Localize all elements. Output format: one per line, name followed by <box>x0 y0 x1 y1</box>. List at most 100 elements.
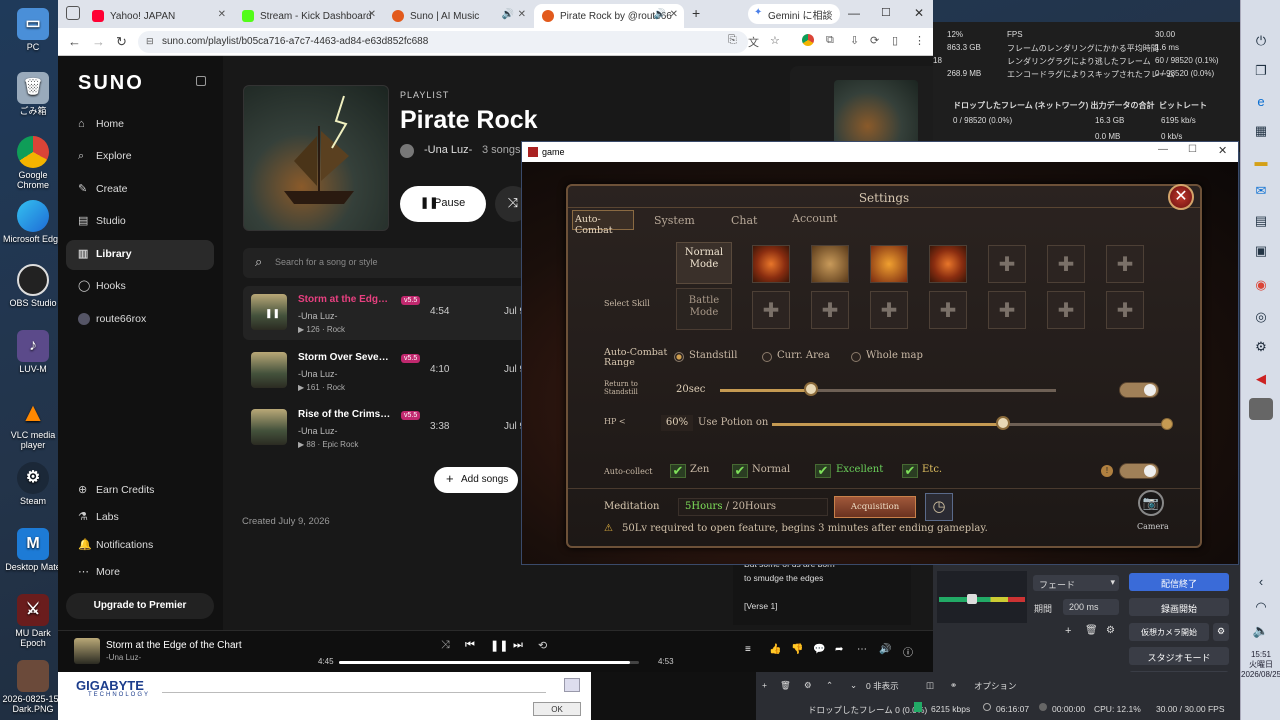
pause-button[interactable]: ❚❚ Pause <box>400 186 486 222</box>
taskbar-app3-icon[interactable]: ◀ <box>1249 368 1273 390</box>
radio-whole-map[interactable] <box>851 352 861 362</box>
dislike-icon[interactable]: 👎 <box>791 644 803 655</box>
checkbox-etc[interactable]: ✔ <box>902 464 918 478</box>
chevron-down-icon[interactable]: ⌄ <box>850 680 857 691</box>
forward-arrow-icon[interactable]: → <box>92 34 105 49</box>
potion-slider-knob[interactable] <box>996 416 1011 430</box>
start-recording-button[interactable]: 録画開始 <box>1129 598 1229 616</box>
tab-system[interactable]: System <box>654 214 695 227</box>
sidebar-item-earn-credits[interactable]: ⊕ Earn Credits <box>66 476 214 506</box>
taskbar-mail-icon[interactable]: ✉ <box>1249 180 1273 202</box>
pause-icon[interactable]: ❚❚ <box>265 308 280 319</box>
clock-icon[interactable]: ◷ <box>925 493 953 521</box>
comment-icon[interactable]: 💬 <box>813 644 825 655</box>
sidebar-icon[interactable]: ▯ <box>892 34 898 47</box>
like-icon[interactable]: 👍 <box>769 644 781 655</box>
desktop-icon-steam[interactable]: ⚙ Steam <box>2 462 64 506</box>
empty-slot-plus-icon[interactable]: ✚ <box>988 245 1026 283</box>
taskbar-obs-icon[interactable]: ◎ <box>1249 306 1273 328</box>
desktop-icon-vlc[interactable]: ▲ VLC media player <box>2 396 64 450</box>
speaker-icon[interactable]: 🔊 <box>654 9 666 20</box>
now-playing-thumbnail[interactable] <box>74 638 100 664</box>
radio-standstill[interactable] <box>674 352 684 362</box>
chevron-up-icon[interactable]: ⌃ <box>826 680 833 691</box>
chevron-left-icon[interactable]: ‹ <box>1249 570 1273 592</box>
empty-slot-plus-icon[interactable]: ✚ <box>1106 291 1144 329</box>
sidebar-item-create[interactable]: ✎ Create <box>66 175 214 205</box>
stop-stream-button[interactable]: 配信終了 <box>1129 573 1229 591</box>
taskbar-store-icon[interactable]: ▦ <box>1249 120 1273 142</box>
shuffle-icon[interactable]: ⤨ <box>441 639 450 652</box>
window-close-button[interactable]: ✕ <box>1218 144 1227 157</box>
taskbar-steam-icon[interactable]: ⚙ <box>1249 336 1273 358</box>
close-icon[interactable]: ✕ <box>368 9 376 20</box>
empty-slot-plus-icon[interactable]: ✚ <box>1047 245 1085 283</box>
empty-slot-plus-icon[interactable]: ✚ <box>752 291 790 329</box>
owner-avatar[interactable] <box>400 144 414 158</box>
desktop-icon-mu[interactable]: ⚔ MU Dark Epoch <box>2 594 64 648</box>
url-bar[interactable]: ⊟ suno.com/playlist/b05ca716-a7c7-4463-ad… <box>138 31 748 53</box>
maximize-button[interactable]: ☐ <box>881 6 891 19</box>
checkbox-normal[interactable]: ✔ <box>732 464 748 478</box>
settings-close-button[interactable]: ✕ <box>1168 184 1194 210</box>
duration-input[interactable]: 200 ms <box>1063 599 1119 615</box>
close-icon[interactable]: ✕ <box>218 9 226 20</box>
new-tab-button[interactable]: + <box>692 5 700 21</box>
gear-icon[interactable]: ⚙ <box>1213 623 1229 641</box>
volume-icon[interactable]: 🔊 <box>879 644 891 655</box>
hp-value[interactable]: 60% <box>661 415 693 431</box>
desktop-icon-desktop-mate[interactable]: M Desktop Mate <box>2 528 64 572</box>
desktop-icon-pc[interactable]: ▭ PC <box>2 8 64 52</box>
plus-icon[interactable]: + <box>762 680 767 690</box>
info-icon[interactable]: ! <box>1101 465 1113 477</box>
return-toggle[interactable] <box>1119 382 1159 398</box>
sidebar-item-explore[interactable]: ⌕ Explore <box>66 142 214 172</box>
owner-name[interactable]: -Una Luz- <box>424 144 472 156</box>
transition-select[interactable]: フェード ▾ <box>1033 575 1119 591</box>
upgrade-button[interactable]: Upgrade to Premier <box>66 593 214 619</box>
sync-icon[interactable]: ⟳ <box>870 34 879 47</box>
suno-logo[interactable]: SUNO <box>78 72 144 95</box>
empty-slot-plus-icon[interactable]: ✚ <box>811 291 849 329</box>
more-dots-icon[interactable]: ⋯ <box>857 644 867 655</box>
song-row[interactable]: ❚❚ Storm at the Edge of the Chart v5.5 -… <box>243 286 543 340</box>
taskbar-folder-icon[interactable]: ▬ <box>1249 150 1273 172</box>
sidebar-item-hooks[interactable]: ◯ Hooks <box>66 272 214 302</box>
tab-list-icon[interactable] <box>66 6 80 20</box>
download-icon[interactable]: ⇩ <box>850 34 859 47</box>
volume-slider-knob[interactable] <box>967 594 977 604</box>
volume-icon[interactable]: 🔈 <box>1249 620 1273 642</box>
sidebar-item-labs[interactable]: ⚗ Labs <box>66 503 214 533</box>
empty-slot-plus-icon[interactable]: ✚ <box>1106 245 1144 283</box>
taskbar-chrome-icon[interactable]: ◉ <box>1249 274 1273 296</box>
extension-icon[interactable] <box>802 34 814 46</box>
song-artist[interactable]: -Una Luz- <box>298 369 338 379</box>
site-info-icon[interactable]: ⊟ <box>146 36 154 47</box>
empty-slot-plus-icon[interactable]: ✚ <box>870 291 908 329</box>
translate-icon[interactable]: 文 <box>748 34 759 50</box>
tab-auto-combat[interactable]: Auto-Combat <box>572 210 634 236</box>
desktop-icon-chrome[interactable]: Google Chrome <box>2 136 64 190</box>
close-icon[interactable]: ✕ <box>670 9 678 20</box>
studio-mode-button[interactable]: スタジオモード <box>1129 647 1229 665</box>
reload-icon[interactable]: ↻ <box>116 34 127 50</box>
empty-slot-plus-icon[interactable]: ✚ <box>988 291 1026 329</box>
empty-slot-plus-icon[interactable]: ✚ <box>929 291 967 329</box>
minimize-button[interactable]: — <box>848 6 860 20</box>
queue-icon[interactable]: ≡ <box>745 644 751 655</box>
song-artist[interactable]: -Una Luz- <box>298 426 338 436</box>
tab-account[interactable]: Account <box>792 212 837 225</box>
maximize-button[interactable]: ☐ <box>1188 144 1197 155</box>
progress-track[interactable] <box>339 661 639 664</box>
tab-yahoo[interactable]: Yahoo! JAPAN ✕ <box>84 4 232 28</box>
trash-icon[interactable]: 🗑 <box>780 680 791 691</box>
gear-icon[interactable]: ⚙ <box>804 680 812 691</box>
song-title[interactable]: Rise of the Crimson Tide <box>298 409 393 420</box>
taskbar-app2-icon[interactable]: ▣ <box>1249 240 1273 262</box>
gigabyte-icon[interactable] <box>564 678 580 692</box>
tab-kick[interactable]: Stream - Kick Dashboard ✕ <box>234 4 382 28</box>
battle-mode-button[interactable]: Battle Mode <box>676 288 732 330</box>
tab-suno[interactable]: Suno | AI Music 🔊 ✕ <box>384 4 532 28</box>
share-icon[interactable]: ➦ <box>835 644 843 655</box>
menu-dots-icon[interactable]: ⋮ <box>914 34 925 47</box>
